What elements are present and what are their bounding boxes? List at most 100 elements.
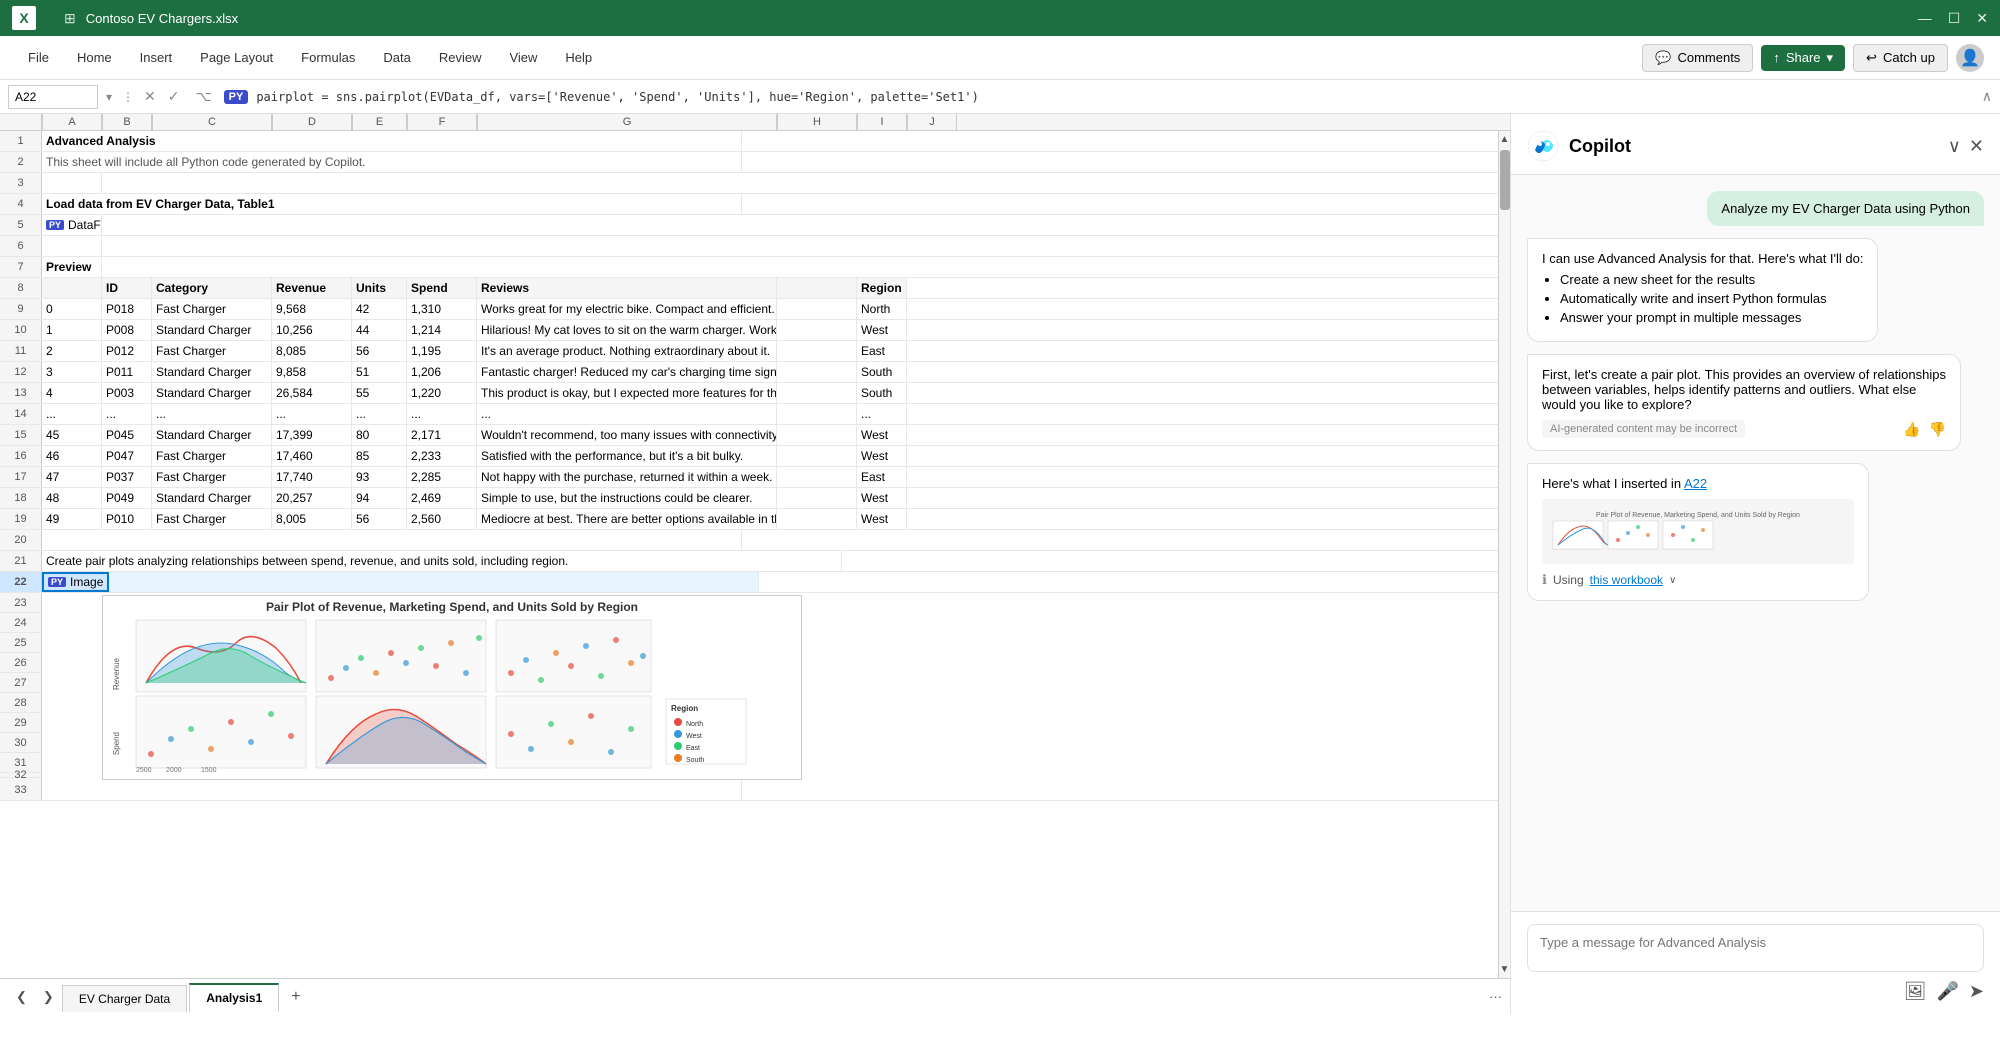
row-number: 1 [0, 131, 42, 151]
formula-input[interactable]: pairplot = sns.pairplot(EVData_df, vars=… [256, 90, 1973, 104]
scroll-down-arrow[interactable]: ▼ [1499, 961, 1510, 978]
sheet-options-button[interactable]: ··· [1489, 989, 1502, 1004]
grid-scrollbar[interactable]: ▲ ▼ [1498, 131, 1510, 978]
close-button[interactable]: ✕ [1976, 10, 1988, 27]
tabs-next-button[interactable]: ❯ [35, 985, 62, 1009]
col-header-d[interactable]: D [272, 114, 352, 130]
menu-formulas[interactable]: Formulas [289, 44, 367, 71]
row-number: 13 [0, 383, 42, 403]
cancel-formula-icon[interactable]: ✕ [144, 88, 156, 105]
cell-a5[interactable]: PYDataFrame [42, 215, 102, 235]
menu-file[interactable]: File [16, 44, 61, 71]
copilot-title: Copilot [1569, 136, 1938, 157]
row-number: 5 [0, 215, 42, 235]
svg-text:Spend: Spend [112, 732, 121, 755]
add-sheet-button[interactable]: + [281, 982, 310, 1012]
col-header-g[interactable]: G [477, 114, 777, 130]
bot-message-2-text: First, let's create a pair plot. This pr… [1542, 367, 1946, 412]
row-number: 22 [0, 572, 42, 592]
formula-expand-icon[interactable]: ∧ [1982, 88, 1992, 105]
svg-text:West: West [686, 733, 702, 740]
cell-a2[interactable]: This sheet will include all Python code … [42, 152, 742, 172]
cell-b8[interactable]: ID [102, 278, 152, 298]
sheet-tab-analysis1[interactable]: Analysis1 [189, 983, 279, 1013]
ai-disclaimer: AI-generated content may be incorrect [1542, 420, 1745, 438]
row-number: 7 [0, 257, 42, 277]
catchup-button[interactable]: ↩ Catch up [1853, 44, 1948, 72]
scroll-thumb[interactable] [1500, 150, 1510, 210]
sheet-tab-ev-charger-data[interactable]: EV Charger Data [62, 985, 187, 1012]
col-header-b[interactable]: B [102, 114, 152, 130]
chart-title: Pair Plot of Revenue, Marketing Spend, a… [103, 596, 801, 618]
share-button[interactable]: ↑ Share ▾ [1761, 45, 1845, 71]
voice-input-button[interactable]: 🎤 [1936, 981, 1958, 1002]
copilot-input-field[interactable] [1527, 924, 1984, 972]
chart-svg: Revenue [103, 618, 801, 773]
insert-function-icon[interactable]: ⌥ [196, 88, 212, 105]
share-chevron-icon: ▾ [1827, 50, 1834, 66]
table-row: 2 This sheet will include all Python cod… [0, 152, 1498, 173]
table-row: 6 [0, 236, 1498, 257]
menu-help[interactable]: Help [553, 44, 604, 71]
image-attach-button[interactable]: 🖼 [1904, 981, 1927, 1002]
cell-a1[interactable]: Advanced Analysis [42, 131, 742, 151]
table-row: 12 3 P011 Standard Charger 9,858 51 1,20… [0, 362, 1498, 383]
menu-view[interactable]: View [497, 44, 549, 71]
col-header-a[interactable]: A [42, 114, 102, 130]
cell-d8[interactable]: Revenue [272, 278, 352, 298]
cell-a7[interactable]: Preview [42, 257, 102, 277]
svg-text:East: East [686, 745, 700, 752]
menu-insert[interactable]: Insert [128, 44, 185, 71]
menu-review[interactable]: Review [427, 44, 494, 71]
cell-c8[interactable]: Category [152, 278, 272, 298]
table-row: 17 47 P037 Fast Charger 17,740 93 2,285 … [0, 467, 1498, 488]
tabs-prev-button[interactable]: ❮ [8, 985, 35, 1009]
col-header-f[interactable]: F [407, 114, 477, 130]
cell-a3[interactable] [42, 173, 102, 193]
user-avatar[interactable]: 👤 [1956, 44, 1984, 72]
col-header-h[interactable]: H [777, 114, 857, 130]
col-header-i[interactable]: I [857, 114, 907, 130]
svg-text:2000: 2000 [166, 767, 182, 773]
col-header-c[interactable]: C [152, 114, 272, 130]
table-row: 5 PYDataFrame [0, 215, 1498, 236]
cell-g8[interactable]: Reviews [477, 278, 777, 298]
copilot-collapse-button[interactable]: ∨ [1948, 136, 1961, 157]
cell-a4[interactable]: Load data from EV Charger Data, Table1 [42, 194, 742, 214]
cell-h8[interactable] [777, 278, 857, 298]
cell-reference-box[interactable]: A22 [8, 85, 98, 109]
cell-i8[interactable]: Region [857, 278, 907, 298]
thumbs-up-button[interactable]: 👍 [1903, 421, 1920, 438]
svg-text:2500: 2500 [136, 767, 152, 773]
menu-pagelayout[interactable]: Page Layout [188, 44, 285, 71]
bot-message-2: First, let's create a pair plot. This pr… [1527, 354, 1961, 451]
row-number: 11 [0, 341, 42, 361]
cell-a6[interactable] [42, 236, 102, 256]
cell-ref-expand[interactable]: ▾ [106, 90, 112, 104]
comment-icon: 💬 [1655, 50, 1671, 66]
formula-options-icon[interactable]: ⋮ [122, 90, 134, 104]
scroll-up-arrow[interactable]: ▲ [1499, 131, 1510, 148]
cell-a8[interactable] [42, 278, 102, 298]
copilot-messages: Analyze my EV Charger Data using Python … [1511, 175, 2000, 911]
col-header-e[interactable]: E [352, 114, 407, 130]
send-message-button[interactable]: ➤ [1969, 981, 1984, 1002]
menu-data[interactable]: Data [371, 44, 422, 71]
col-header-j[interactable]: J [907, 114, 957, 130]
title-bar: X ⊞ Contoso EV Chargers.xlsx — ☐ ✕ [0, 0, 2000, 36]
table-row: 3 [0, 173, 1498, 194]
thumbs-down-button[interactable]: 👎 [1929, 421, 1946, 438]
cell-f8[interactable]: Spend [407, 278, 477, 298]
chart-row: 23 24 25 26 27 28 29 30 31 32 [0, 593, 1498, 780]
copilot-close-button[interactable]: ✕ [1969, 136, 1984, 157]
cell-e8[interactable]: Units [352, 278, 407, 298]
menu-home[interactable]: Home [65, 44, 124, 71]
bot-message-3-text: Here's what I inserted in A22 [1542, 476, 1854, 491]
confirm-formula-icon[interactable]: ✓ [168, 88, 180, 105]
maximize-button[interactable]: ☐ [1948, 10, 1961, 27]
workbook-link[interactable]: this workbook [1590, 573, 1663, 587]
minimize-button[interactable]: — [1918, 10, 1932, 27]
svg-text:North: North [686, 721, 703, 728]
cell-a22-link[interactable]: A22 [1684, 476, 1707, 491]
comments-button[interactable]: 💬 Comments [1642, 44, 1753, 72]
